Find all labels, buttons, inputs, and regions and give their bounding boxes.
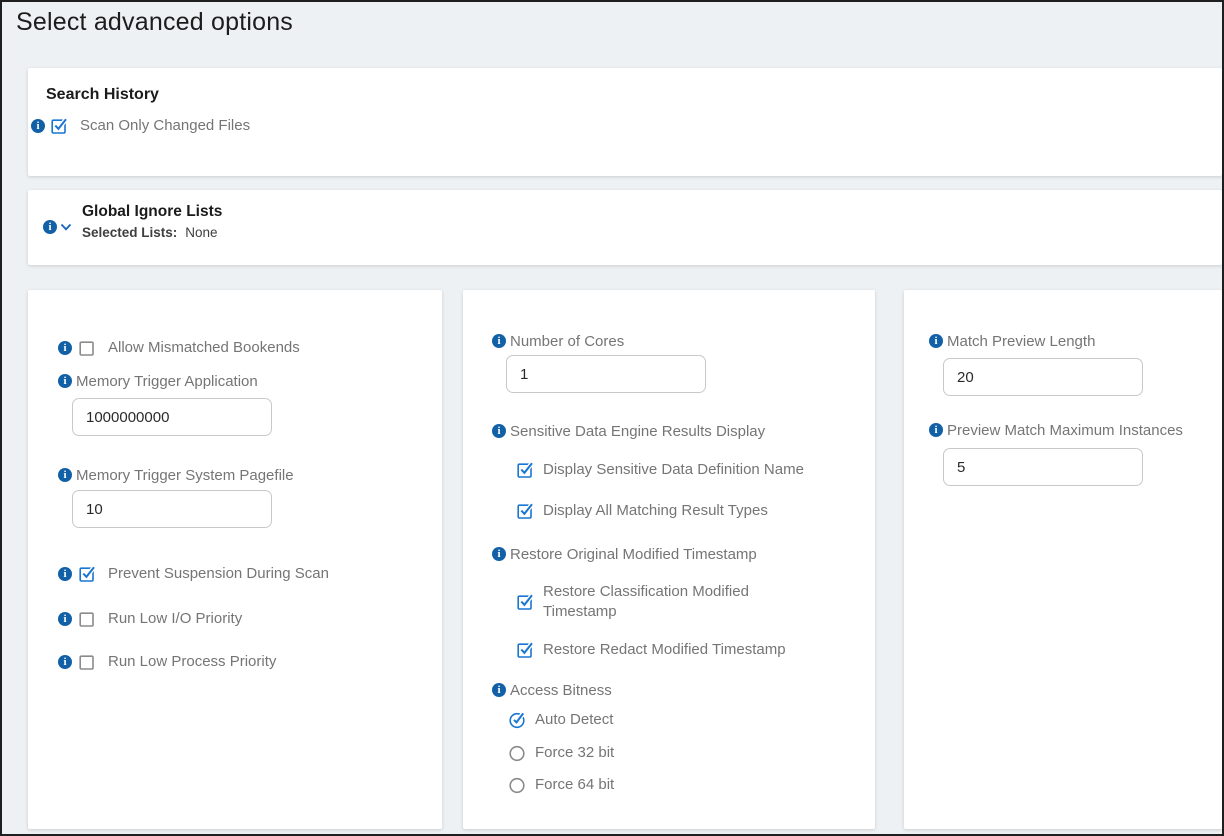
match-preview-length-input[interactable] bbox=[943, 358, 1143, 396]
info-icon[interactable]: i bbox=[58, 341, 72, 355]
scan-only-changed-files-label: Scan Only Changed Files bbox=[80, 116, 250, 136]
access-bitness-labelrow: i Access Bitness bbox=[492, 680, 612, 700]
run-low-io-label: Run Low I/O Priority bbox=[108, 609, 242, 629]
access-bitness-label: Access Bitness bbox=[510, 682, 612, 699]
sde-results-display-label: Sensitive Data Engine Results Display bbox=[510, 423, 765, 440]
display-all-matching-checkbox[interactable] bbox=[515, 501, 535, 521]
selected-lists: Selected Lists: None bbox=[82, 225, 222, 240]
ignore-lists-controls: i bbox=[43, 217, 74, 237]
force-32-label: Force 32 bit bbox=[535, 743, 614, 763]
info-icon[interactable]: i bbox=[492, 683, 506, 697]
scan-only-changed-files-checkbox[interactable] bbox=[49, 116, 69, 136]
restore-classification-row: Restore Classification Modified Timestam… bbox=[515, 582, 778, 622]
global-ignore-lists-card: i Global Ignore Lists Selected Lists: Non… bbox=[28, 190, 1222, 265]
info-icon[interactable]: i bbox=[492, 424, 506, 438]
preview-match-max-label: Preview Match Maximum Instances bbox=[947, 422, 1183, 439]
memory-trigger-pagefile-labelrow: i Memory Trigger System Pagefile bbox=[58, 465, 294, 485]
number-of-cores-input[interactable] bbox=[506, 355, 706, 393]
display-all-matching-label: Display All Matching Result Types bbox=[543, 501, 768, 521]
restore-classification-checkbox[interactable] bbox=[515, 592, 535, 612]
memory-trigger-application-input[interactable] bbox=[72, 398, 272, 436]
auto-detect-row: Auto Detect bbox=[507, 710, 613, 730]
page-title: Select advanced options bbox=[16, 8, 293, 37]
advanced-options-page: Select advanced options Search History i… bbox=[0, 0, 1224, 836]
number-of-cores-labelrow: i Number of Cores bbox=[492, 331, 624, 351]
selected-lists-label: Selected Lists: bbox=[82, 225, 177, 240]
preview-match-max-labelrow: i Preview Match Maximum Instances bbox=[929, 420, 1183, 440]
info-icon[interactable]: i bbox=[58, 612, 72, 626]
allow-mismatched-bookends-row: i Allow Mismatched Bookends bbox=[58, 338, 300, 358]
prevent-suspension-label: Prevent Suspension During Scan bbox=[108, 564, 329, 584]
display-sdd-name-checkbox[interactable] bbox=[515, 460, 535, 480]
info-icon[interactable]: i bbox=[58, 567, 72, 581]
memory-trigger-pagefile-input[interactable] bbox=[72, 490, 272, 528]
run-low-process-checkbox[interactable] bbox=[77, 652, 97, 672]
force-64-row: Force 64 bit bbox=[507, 775, 614, 795]
memory-trigger-pagefile-label: Memory Trigger System Pagefile bbox=[76, 467, 294, 484]
engine-options-card: i Number of Cores i Sensitive Data Engin… bbox=[463, 290, 875, 829]
allow-mismatched-bookends-label: Allow Mismatched Bookends bbox=[108, 338, 300, 358]
info-icon[interactable]: i bbox=[492, 547, 506, 561]
info-icon[interactable]: i bbox=[58, 655, 72, 669]
search-history-card: Search History i Scan Only Changed Files bbox=[28, 68, 1222, 176]
info-icon[interactable]: i bbox=[929, 423, 943, 437]
restore-redact-row: Restore Redact Modified Timestamp bbox=[515, 640, 786, 660]
display-sdd-name-label: Display Sensitive Data Definition Name bbox=[543, 460, 804, 480]
memory-trigger-application-label: Memory Trigger Application bbox=[76, 373, 258, 390]
display-all-matching-row: Display All Matching Result Types bbox=[515, 501, 768, 521]
selected-lists-value: None bbox=[185, 225, 217, 240]
prevent-suspension-row: i Prevent Suspension During Scan bbox=[58, 564, 329, 584]
run-low-process-row: i Run Low Process Priority bbox=[58, 652, 276, 672]
search-history-title: Search History bbox=[46, 86, 159, 104]
preview-match-max-input[interactable] bbox=[943, 448, 1143, 486]
chevron-down-icon[interactable] bbox=[58, 219, 74, 235]
display-sdd-name-row: Display Sensitive Data Definition Name bbox=[515, 460, 804, 480]
ignore-lists-text-block: Global Ignore Lists Selected Lists: None bbox=[82, 203, 222, 240]
force-64-radio[interactable] bbox=[507, 775, 527, 795]
sde-results-display-labelrow: i Sensitive Data Engine Results Display bbox=[492, 421, 765, 441]
allow-mismatched-bookends-checkbox[interactable] bbox=[77, 338, 97, 358]
scan-behavior-card: i Allow Mismatched Bookends i Memory Tri… bbox=[28, 290, 442, 829]
info-icon[interactable]: i bbox=[929, 334, 943, 348]
info-icon[interactable]: i bbox=[58, 468, 72, 482]
restore-redact-label: Restore Redact Modified Timestamp bbox=[543, 640, 786, 660]
preview-options-card: i Match Preview Length i Preview Match M… bbox=[904, 290, 1222, 829]
match-preview-length-label: Match Preview Length bbox=[947, 333, 1095, 350]
scan-only-changed-files-row: i Scan Only Changed Files bbox=[31, 116, 250, 136]
restore-classification-label: Restore Classification Modified Timestam… bbox=[543, 582, 778, 623]
restore-original-timestamp-label: Restore Original Modified Timestamp bbox=[510, 546, 757, 563]
force-32-radio[interactable] bbox=[507, 743, 527, 763]
restore-redact-checkbox[interactable] bbox=[515, 640, 535, 660]
run-low-process-label: Run Low Process Priority bbox=[108, 652, 276, 672]
run-low-io-checkbox[interactable] bbox=[77, 609, 97, 629]
info-icon[interactable]: i bbox=[58, 374, 72, 388]
run-low-io-row: i Run Low I/O Priority bbox=[58, 609, 242, 629]
force-64-label: Force 64 bit bbox=[535, 775, 614, 795]
force-32-row: Force 32 bit bbox=[507, 743, 614, 763]
auto-detect-radio[interactable] bbox=[507, 710, 527, 730]
prevent-suspension-checkbox[interactable] bbox=[77, 564, 97, 584]
info-icon[interactable]: i bbox=[31, 119, 45, 133]
auto-detect-label: Auto Detect bbox=[535, 710, 613, 730]
global-ignore-lists-title: Global Ignore Lists bbox=[82, 203, 222, 222]
memory-trigger-application-labelrow: i Memory Trigger Application bbox=[58, 371, 258, 391]
restore-original-timestamp-labelrow: i Restore Original Modified Timestamp bbox=[492, 544, 757, 564]
number-of-cores-label: Number of Cores bbox=[510, 333, 624, 350]
match-preview-length-labelrow: i Match Preview Length bbox=[929, 331, 1095, 351]
info-icon[interactable]: i bbox=[43, 220, 57, 234]
info-icon[interactable]: i bbox=[492, 334, 506, 348]
